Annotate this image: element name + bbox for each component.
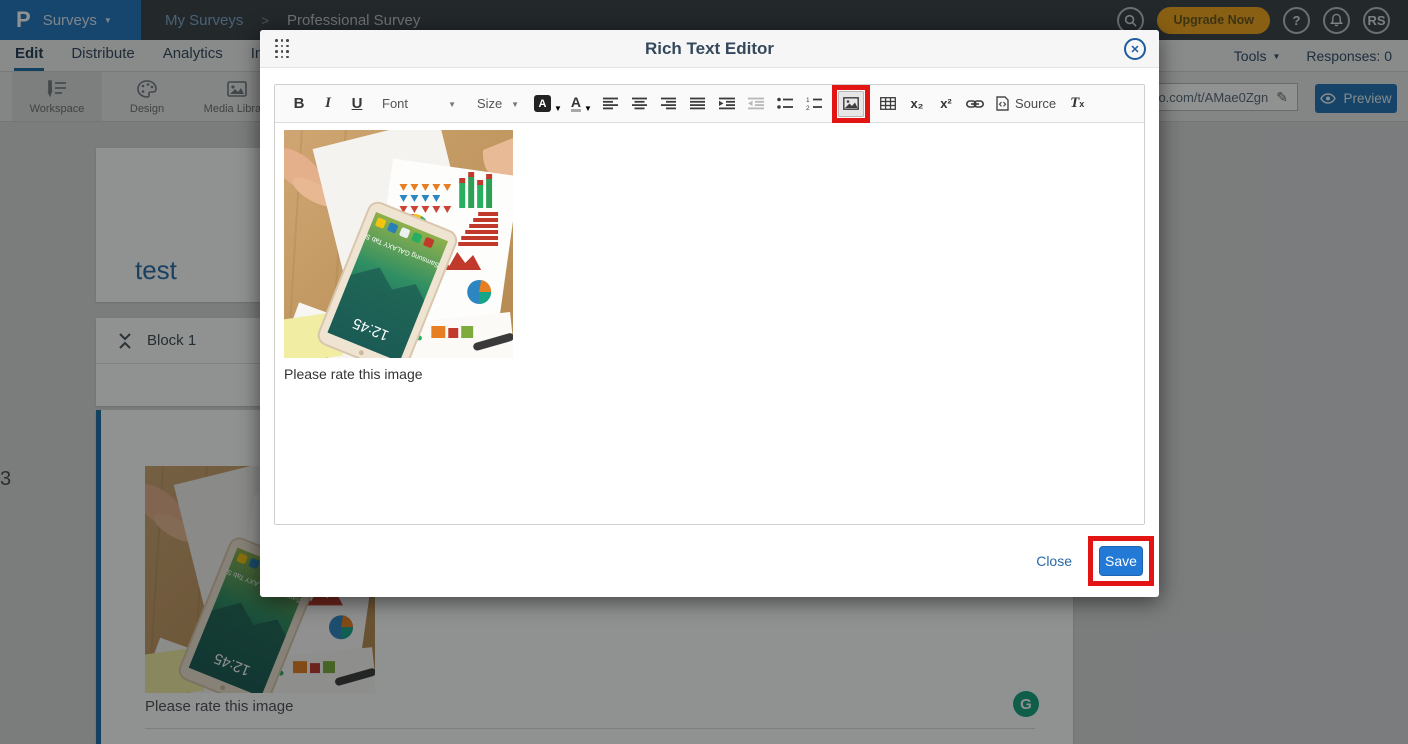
background-color-icon: A bbox=[534, 95, 551, 112]
font-dropdown[interactable]: Font ▼ bbox=[378, 96, 460, 111]
modal-close-link[interactable]: Close bbox=[1036, 553, 1072, 569]
decrease-indent-button[interactable] bbox=[744, 91, 768, 117]
svg-text:1: 1 bbox=[806, 97, 810, 104]
subscript-button[interactable]: x₂ bbox=[905, 91, 929, 117]
image-icon bbox=[843, 97, 859, 110]
justify-icon bbox=[690, 97, 705, 110]
underline-button[interactable]: U bbox=[345, 91, 369, 117]
link-icon bbox=[966, 99, 984, 109]
modal-footer: Close Save bbox=[260, 525, 1159, 597]
align-left-icon bbox=[603, 97, 618, 110]
text-color-button[interactable]: A ▼ bbox=[571, 95, 592, 113]
editor-text[interactable]: Please rate this image bbox=[284, 366, 1135, 382]
chevron-down-icon: ▼ bbox=[448, 101, 456, 109]
modal-title: Rich Text Editor bbox=[260, 39, 1159, 59]
insert-image-button[interactable] bbox=[838, 91, 864, 117]
justify-button[interactable] bbox=[686, 91, 710, 117]
size-dropdown[interactable]: Size ▼ bbox=[473, 96, 523, 111]
editor-inserted-image[interactable] bbox=[284, 130, 513, 358]
remove-format-x: x bbox=[1079, 99, 1084, 109]
italic-button[interactable]: I bbox=[316, 91, 340, 117]
close-icon: ✕ bbox=[1130, 43, 1139, 56]
rich-text-editor-modal: Rich Text Editor ✕ B I U Font ▼ Size ▼ A… bbox=[260, 30, 1159, 597]
chevron-down-icon: ▼ bbox=[554, 105, 562, 113]
modal-header: Rich Text Editor ✕ bbox=[260, 30, 1159, 68]
remove-format-t: T bbox=[1070, 95, 1079, 112]
align-right-button[interactable] bbox=[657, 91, 681, 117]
image-button-annotation bbox=[832, 85, 870, 123]
remove-format-button[interactable]: Tx bbox=[1065, 91, 1089, 117]
font-dropdown-label: Font bbox=[382, 96, 408, 111]
table-icon bbox=[880, 97, 896, 110]
size-dropdown-label: Size bbox=[477, 96, 502, 111]
bulleted-list-button[interactable] bbox=[773, 91, 797, 117]
superscript-button[interactable]: x² bbox=[934, 91, 958, 117]
align-center-icon bbox=[632, 97, 647, 110]
increase-indent-button[interactable] bbox=[715, 91, 739, 117]
modal-close-button[interactable]: ✕ bbox=[1124, 38, 1146, 60]
align-right-icon bbox=[661, 97, 676, 110]
save-button-annotation: Save bbox=[1088, 536, 1154, 586]
drag-handle-icon[interactable] bbox=[275, 39, 290, 60]
app-root: 55% Samsung GALAXY Tab S 12:45 bbox=[0, 0, 1408, 744]
align-left-button[interactable] bbox=[599, 91, 623, 117]
editor-toolbar: B I U Font ▼ Size ▼ A ▼ A ▼ bbox=[275, 85, 1144, 123]
chevron-down-icon: ▼ bbox=[511, 101, 519, 109]
editor-content-area[interactable]: Please rate this image bbox=[275, 123, 1144, 524]
text-color-icon: A bbox=[571, 95, 581, 113]
bold-button[interactable]: B bbox=[287, 91, 311, 117]
rich-text-editor: B I U Font ▼ Size ▼ A ▼ A ▼ bbox=[274, 84, 1145, 525]
numbered-list-button[interactable]: 12 bbox=[802, 91, 826, 117]
svg-text:2: 2 bbox=[806, 105, 810, 110]
source-label: Source bbox=[1015, 96, 1056, 111]
source-button[interactable]: Source bbox=[992, 96, 1060, 111]
align-center-button[interactable] bbox=[628, 91, 652, 117]
insert-link-button[interactable] bbox=[963, 91, 987, 117]
numbered-list-icon: 12 bbox=[806, 97, 822, 110]
save-button[interactable]: Save bbox=[1099, 546, 1143, 576]
background-color-button[interactable]: A ▼ bbox=[534, 95, 562, 112]
insert-table-button[interactable] bbox=[876, 91, 900, 117]
decrease-indent-icon bbox=[748, 97, 764, 110]
bulleted-list-icon bbox=[777, 97, 793, 110]
source-icon bbox=[996, 96, 1009, 111]
chevron-down-icon: ▼ bbox=[584, 105, 592, 113]
increase-indent-icon bbox=[719, 97, 735, 110]
